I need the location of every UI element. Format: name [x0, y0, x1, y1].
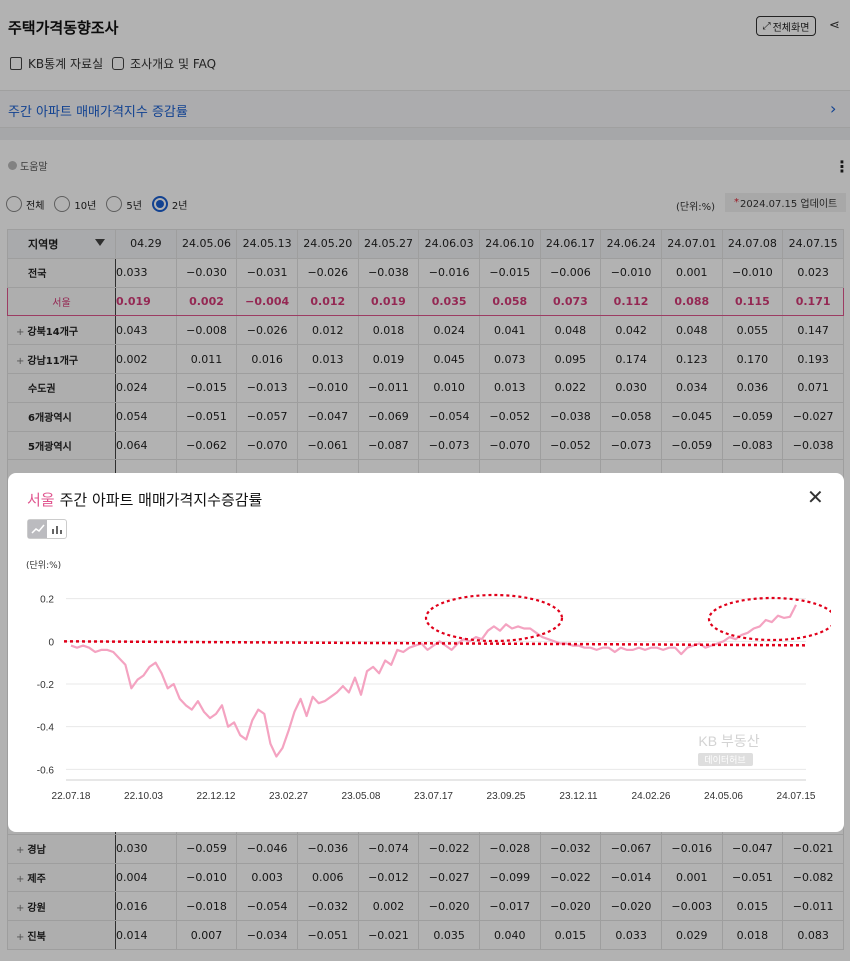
watermark-text: KB 부동산 [698, 733, 759, 749]
x-tick-label: 22.10.03 [124, 791, 163, 802]
line-chart-icon[interactable] [28, 520, 47, 538]
modal-city: 서울 [27, 491, 55, 509]
y-tick-label: -0.2 [37, 680, 55, 691]
x-tick-label: 24.05.06 [704, 791, 743, 802]
chart-type-toggle [27, 519, 67, 539]
x-tick-label: 24.07.15 [777, 791, 816, 802]
x-tick-label: 23.02.27 [269, 791, 308, 802]
bar-chart-icon[interactable] [47, 520, 66, 538]
line-chart: 0.2 0 -0.2 -0.4 -0.6 22.07.18 22.10.03 22.12.12… [37, 593, 831, 802]
x-tick-label: 23.09.25 [487, 791, 526, 802]
close-icon[interactable]: ✕ [807, 487, 824, 507]
highlight-ellipse [707, 596, 831, 642]
x-tick-label: 24.02.26 [632, 791, 671, 802]
highlight-ellipse [424, 593, 564, 643]
x-tick-label: 22.07.18 [52, 791, 91, 802]
chart-modal: 서울 주간 아파트 매매가격지수증감률 ✕ (단위:%) 0.2 0 -0.2 -0.4… [8, 473, 844, 832]
y-tick-label: -0.6 [37, 765, 55, 776]
y-tick-label: 0 [48, 637, 54, 648]
modal-title-text: 주간 아파트 매매가격지수증감률 [59, 491, 263, 509]
x-tick-label: 23.12.11 [559, 791, 598, 802]
x-tick-label: 23.07.17 [414, 791, 453, 802]
modal-title: 서울 주간 아파트 매매가격지수증감률 [27, 489, 262, 510]
y-tick-label: 0.2 [40, 595, 54, 606]
watermark-subtext: 데이터허브 [704, 755, 745, 765]
y-tick-label: -0.4 [37, 723, 55, 734]
x-tick-label: 22.12.12 [197, 791, 236, 802]
x-tick-label: 23.05.08 [342, 791, 381, 802]
